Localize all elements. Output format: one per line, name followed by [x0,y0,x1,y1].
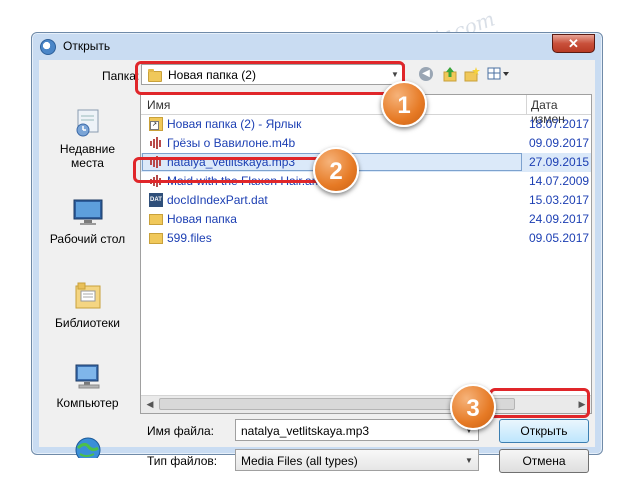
new-folder-icon[interactable] [464,66,480,82]
filename-value: natalya_vetlitskaya.mp3 [241,424,370,438]
file-name: docIdIndexPart.dat [167,193,268,207]
file-date: 27.09.2015 4 [529,155,591,169]
app-icon [40,39,56,55]
place-libraries[interactable]: Библиотеки [39,280,136,330]
list-item[interactable]: DAT docIdIndexPart.dat 15.03.2017 2 [141,191,591,210]
column-header-name[interactable]: Имя [147,98,170,112]
file-date: 24.09.2017 1 [529,212,591,226]
place-network[interactable] [39,434,136,462]
list-item[interactable]: Грёзы о Вавилоне.m4b 09.09.2017 1 [141,134,591,153]
network-icon [72,434,104,458]
shortcut-icon: ↗ [149,117,163,131]
file-date: 09.05.2017 0 [529,231,591,245]
open-button[interactable]: Открыть [499,419,589,443]
column-header-row: Имя Дата измен [141,95,591,126]
filetype-value: Media Files (all types) [241,454,358,468]
file-name: Грёзы о Вавилоне.m4b [167,136,296,150]
place-label: Библиотеки [54,316,120,330]
up-folder-icon[interactable] [442,66,458,82]
computer-icon [72,362,104,392]
place-computer[interactable]: Компьютер [39,362,136,410]
file-name: 599.files [167,231,212,245]
highlight-open-button [489,388,590,418]
folder-icon [149,233,163,244]
chevron-down-icon[interactable]: ▼ [462,456,476,465]
place-recent[interactable]: Недавние места [39,106,136,170]
place-label: Рабочий стол [49,232,126,246]
filetype-select[interactable]: Media Files (all types) ▼ [235,449,479,471]
cancel-button[interactable]: Отмена [499,449,589,473]
title-bar[interactable]: Открыть ✕ [32,33,602,59]
callout-1: 1 [381,81,427,127]
window-title: Открыть [63,39,111,53]
places-bar: Недавние места Рабочий стол Библиотеки К… [39,94,136,458]
view-menu-icon[interactable] [487,66,511,82]
close-button[interactable]: ✕ [552,34,595,53]
file-date: 09.09.2017 1 [529,136,591,150]
list-item[interactable]: ↗ Новая папка (2) - Ярлык 18.07.2017 4 [141,115,591,134]
place-label: Недавние места [59,142,116,170]
back-icon[interactable]: ◀ [419,67,433,81]
filename-label: Имя файла: [147,424,214,438]
recent-places-icon [72,106,104,138]
libraries-icon [72,280,104,312]
filetype-label: Тип файлов: [147,454,218,468]
file-date: 18.07.2017 4 [529,117,591,131]
list-item[interactable]: Новая папка 24.09.2017 1 [141,210,591,229]
scroll-left-icon[interactable]: ◀ [143,398,157,410]
dat-file-icon: DAT [149,193,163,207]
file-name: Новая папка (2) - Ярлык [167,117,302,131]
file-date: 15.03.2017 2 [529,193,591,207]
folder-label: Папка: [102,69,140,83]
folder-icon [149,214,163,225]
highlight-folder-combo [135,61,405,95]
highlight-selected-file [133,157,328,183]
audio-file-icon [149,136,163,150]
desktop-icon [72,198,104,228]
callout-2: 2 [313,147,359,193]
file-list[interactable]: Имя Дата измен ↗ Новая папка (2) - Ярлык… [140,94,592,414]
place-label: Компьютер [56,396,119,410]
list-item[interactable]: 599.files 09.05.2017 0 [141,229,591,248]
file-name: Новая папка [167,212,237,226]
filename-input[interactable]: natalya_vetlitskaya.mp3 ▼ [235,419,479,441]
place-desktop[interactable]: Рабочий стол [39,198,136,246]
file-date: 14.07.2009 7 [529,174,591,188]
callout-3: 3 [450,384,496,430]
